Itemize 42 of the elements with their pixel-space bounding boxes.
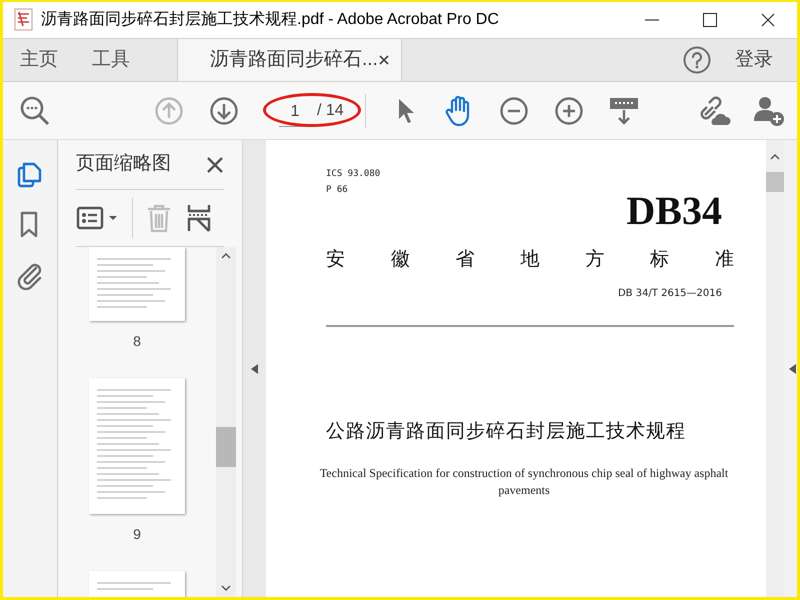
pointer-icon[interactable] bbox=[396, 96, 416, 124]
page-crop-icon[interactable] bbox=[187, 203, 211, 233]
page-number-label: 8 bbox=[133, 332, 141, 351]
standard-number: DB 34/T 2615—2016 bbox=[618, 286, 722, 300]
classification-code: P 66 bbox=[326, 184, 349, 196]
page-number-field[interactable]: 1 bbox=[279, 100, 311, 127]
scrollbar[interactable] bbox=[766, 140, 784, 597]
tab[interactable]: 主页 bbox=[3, 39, 75, 81]
sign-in-button[interactable]: 登录 bbox=[735, 46, 773, 74]
panel-title: 页面缩略图 bbox=[76, 152, 171, 176]
classification-code: ICS 93.080 bbox=[326, 168, 382, 181]
window-title: 沥青路面同步碎石封层施工技术规程.pdf - Adobe Acrobat Pro DC bbox=[41, 10, 499, 30]
page-thumbnail[interactable] bbox=[89, 247, 185, 321]
zoom-in-icon[interactable] bbox=[554, 96, 584, 126]
close-icon[interactable] bbox=[206, 156, 224, 174]
scrollbar-thumb[interactable] bbox=[216, 427, 236, 467]
document-title: 公路沥青路面同步碎石封层施工技术规程 bbox=[326, 418, 687, 444]
pdf-file-icon bbox=[13, 8, 35, 32]
options-menu-icon[interactable] bbox=[76, 205, 120, 231]
help-icon[interactable] bbox=[683, 46, 711, 74]
page-total: / 14 bbox=[317, 100, 344, 120]
page-thumbnail[interactable] bbox=[89, 378, 185, 514]
tab[interactable]: 工具 bbox=[75, 39, 147, 81]
page-thumbnail[interactable] bbox=[89, 571, 185, 597]
chevron-up-icon[interactable] bbox=[221, 253, 231, 259]
page-number-label: 9 bbox=[133, 525, 141, 544]
link-cloud-icon[interactable] bbox=[699, 94, 733, 126]
add-user-icon[interactable] bbox=[753, 94, 785, 126]
scrollbar-thumb[interactable] bbox=[766, 172, 784, 192]
tab[interactable]: 沥青路面同步碎石... bbox=[177, 39, 402, 81]
document-subtitle: Technical Specification for construction of synchronous chip seal of highway asphalt pavements bbox=[318, 465, 730, 499]
collapse-arrow-icon[interactable] bbox=[788, 364, 796, 374]
pages-icon[interactable] bbox=[16, 160, 44, 190]
keyboard-down-arrow-icon[interactable] bbox=[609, 96, 639, 126]
chevron-up-icon[interactable] bbox=[770, 154, 780, 160]
zoom-out-icon[interactable] bbox=[499, 96, 529, 126]
collapse-arrow-icon[interactable] bbox=[250, 364, 258, 374]
standard-logo: DB34 bbox=[626, 191, 722, 231]
close-icon[interactable] bbox=[379, 55, 389, 65]
chevron-down-icon[interactable] bbox=[221, 585, 231, 591]
search-icon[interactable] bbox=[19, 94, 51, 126]
standard-type: 安 徽 省 地 方 标 准 bbox=[326, 247, 734, 272]
